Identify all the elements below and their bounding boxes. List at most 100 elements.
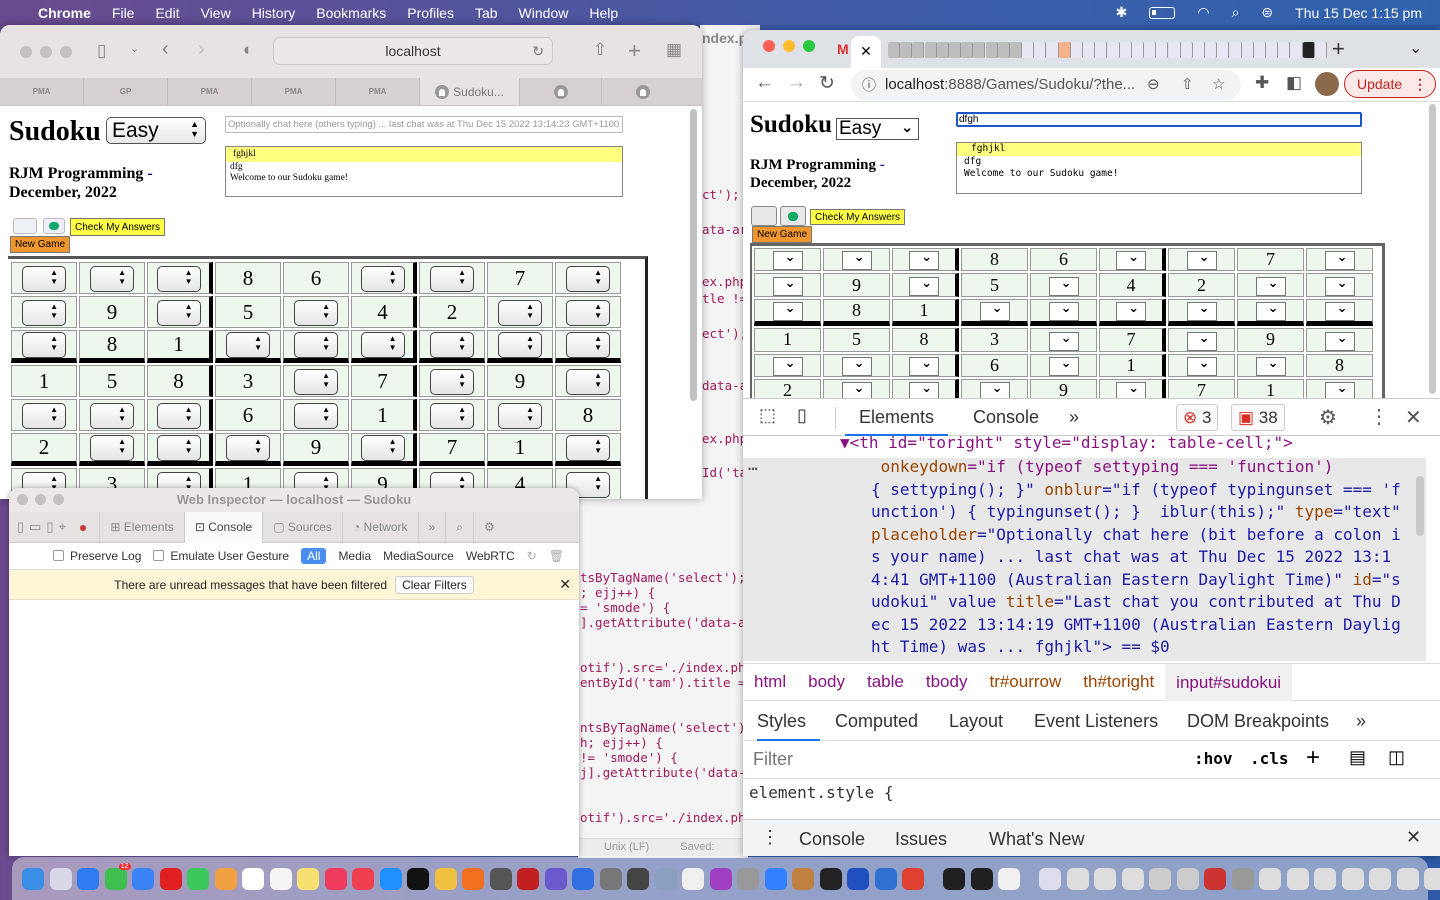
class-toggle[interactable]: .cls — [1250, 749, 1289, 768]
zoom-button[interactable] — [803, 40, 815, 52]
breadcrumb-item[interactable]: tbody — [915, 672, 979, 692]
grid-cell[interactable] — [487, 296, 553, 328]
dock-app-icon[interactable] — [654, 867, 677, 890]
sidebar-icon[interactable]: ▯ — [97, 41, 106, 61]
cell-select[interactable] — [909, 356, 939, 376]
dock-app-icon[interactable] — [352, 867, 374, 890]
dock-app-icon[interactable] — [159, 867, 182, 890]
pinned-tab[interactable] — [1168, 42, 1181, 58]
grid-cell[interactable] — [419, 330, 485, 364]
privacy-shield-icon[interactable]: ◐ — [243, 40, 253, 60]
dock-app-icon[interactable] — [847, 867, 869, 890]
pinned-tab[interactable] — [1058, 42, 1071, 58]
menu-view[interactable]: View — [201, 5, 231, 21]
tab-search-icon[interactable]: ⌄ — [1409, 38, 1422, 58]
close-tab-icon[interactable]: ✕ — [860, 43, 872, 59]
breadcrumb-item[interactable]: tr#ourrow — [978, 672, 1072, 692]
grid-cell[interactable] — [892, 378, 959, 398]
cell-select[interactable] — [566, 299, 610, 326]
console-output-area[interactable] — [9, 600, 579, 850]
grid-cell[interactable] — [1237, 273, 1304, 297]
node-actions-icon[interactable]: ⋯ — [748, 458, 758, 481]
dock-app-icon[interactable] — [77, 867, 99, 890]
cell-select[interactable] — [1048, 276, 1079, 296]
chat-input[interactable]: dfgh — [956, 112, 1362, 127]
cell-select[interactable] — [1186, 301, 1217, 322]
pinned-tab[interactable] — [936, 42, 949, 58]
check-answers-button[interactable]: Check My Answers — [810, 209, 906, 225]
dock-app-icon[interactable] — [1259, 867, 1281, 890]
dock-app-icon[interactable] — [1121, 867, 1144, 890]
grid-cell[interactable] — [1168, 248, 1235, 272]
cell-select[interactable] — [909, 276, 939, 296]
grid-cell[interactable] — [1306, 328, 1373, 352]
element-style-rule[interactable]: element.style { — [749, 783, 894, 802]
grid-cell[interactable] — [351, 262, 417, 294]
cell-select[interactable] — [772, 356, 803, 376]
safari-tab[interactable]: PMA — [252, 78, 336, 105]
bluetooth-icon[interactable]: ✱ — [1116, 4, 1128, 21]
cell-select[interactable] — [979, 381, 1010, 398]
cell-select[interactable] — [841, 250, 872, 271]
dock-app-icon[interactable] — [970, 867, 993, 890]
safari-tab[interactable]: PMA — [0, 78, 84, 105]
grid-cell[interactable] — [487, 399, 553, 432]
dom-node-th[interactable]: ▼<th id="toright" style="display: table-… — [840, 436, 1293, 455]
forward-icon[interactable]: → — [787, 72, 806, 94]
share-icon[interactable]: ⇧ — [1181, 70, 1194, 100]
minimize-button[interactable] — [40, 45, 52, 58]
chevron-down-icon[interactable]: ⌄ — [130, 42, 139, 55]
cell-select[interactable] — [430, 332, 474, 359]
grid-cell[interactable] — [1168, 353, 1235, 377]
extensions-icon[interactable]: ✚ — [1255, 73, 1269, 93]
dock-app-icon[interactable] — [1341, 867, 1364, 890]
breadcrumb-item[interactable]: th#toright — [1072, 672, 1165, 692]
tab-computed[interactable]: Computed — [835, 701, 918, 741]
menu-tab[interactable]: Tab — [475, 5, 498, 21]
pinned-tab[interactable] — [900, 42, 913, 58]
cell-select[interactable] — [90, 435, 134, 462]
pinned-tab[interactable] — [1144, 42, 1157, 58]
dock-app-icon[interactable] — [1286, 867, 1309, 890]
cell-select[interactable] — [156, 265, 201, 292]
tab-sources[interactable]: ▢ Sources — [262, 511, 342, 543]
grid-cell[interactable] — [419, 365, 485, 398]
dock-app-icon[interactable] — [379, 867, 402, 890]
back-icon[interactable]: ← — [755, 72, 774, 94]
breadcrumb-item[interactable]: table — [856, 672, 915, 692]
minimize-button[interactable] — [783, 40, 795, 52]
grid-cell[interactable] — [1030, 273, 1097, 297]
grid-cell[interactable] — [1306, 298, 1373, 327]
tab-styles[interactable]: Styles — [757, 701, 821, 741]
grid-cell[interactable] — [1099, 248, 1166, 272]
cell-select[interactable] — [1116, 301, 1146, 322]
pinned-tab[interactable] — [1205, 42, 1218, 58]
pinned-tab[interactable] — [1156, 42, 1169, 58]
grid-cell[interactable] — [823, 378, 890, 398]
cell-select[interactable] — [772, 301, 803, 322]
cell-select[interactable] — [566, 332, 610, 359]
cell-select[interactable] — [430, 402, 474, 429]
cell-select[interactable] — [294, 299, 338, 326]
more-menu-icon[interactable]: ⋮ — [1413, 71, 1427, 97]
chat-log[interactable]: fghjkl dfg Welcome to our Sudoku game! — [956, 142, 1362, 194]
dock-app-icon[interactable] — [792, 867, 814, 890]
grid-cell[interactable] — [555, 330, 621, 364]
grid-cell[interactable] — [754, 353, 821, 377]
grid-cell[interactable] — [147, 296, 213, 328]
grid-cell[interactable] — [823, 353, 890, 377]
dock-app-icon[interactable] — [242, 867, 264, 890]
settings-gear-icon[interactable]: ⚙ — [1319, 405, 1337, 430]
grid-cell[interactable] — [892, 248, 959, 272]
cell-select[interactable] — [156, 402, 201, 429]
close-drawer-icon[interactable]: ✕ — [1406, 827, 1421, 848]
pinned-tab[interactable] — [1302, 42, 1315, 58]
error-count-badge[interactable]: ⊗ 3 — [1176, 404, 1219, 431]
grid-cell[interactable] — [215, 433, 281, 467]
safari-tab-active[interactable]: Sudoku... — [420, 78, 520, 105]
dock-app-icon[interactable] — [572, 867, 594, 890]
bookmark-star-icon[interactable]: ☆ — [1212, 70, 1225, 100]
grid-cell[interactable] — [283, 330, 349, 364]
dock-app-icon[interactable] — [132, 867, 154, 890]
line-ending-select[interactable]: Unix (LF) — [604, 841, 649, 853]
